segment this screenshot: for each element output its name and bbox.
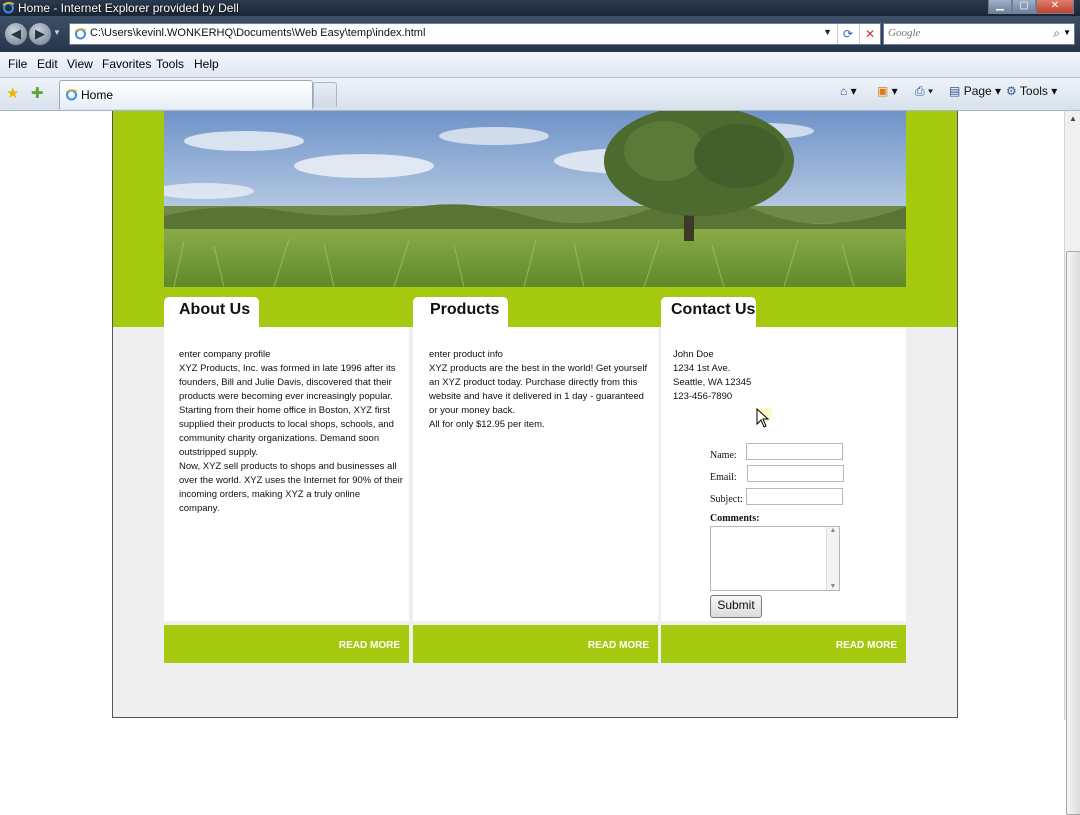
page-icon [74, 27, 87, 40]
about-us-read-more-link[interactable]: READ MORE [339, 640, 400, 651]
favorites-star-icon[interactable]: ★ [6, 84, 19, 102]
comments-label: Comments: [710, 513, 760, 524]
landscape-banner-image [164, 111, 906, 287]
scroll-thumb[interactable] [1066, 251, 1080, 815]
subject-label: Subject: [710, 494, 743, 505]
tools-menu-label: Tools [1019, 84, 1048, 98]
about-us-tab: About Us [164, 297, 259, 327]
mouse-cursor-icon [756, 408, 772, 428]
menu-help[interactable]: Help [194, 57, 219, 71]
scroll-up-icon[interactable]: ▲ [1065, 111, 1080, 127]
maximize-button[interactable]: ▢ [1012, 0, 1036, 14]
menu-file[interactable]: File [8, 57, 27, 71]
page-scrollbar[interactable]: ▲ [1064, 111, 1080, 815]
address-field[interactable]: C:\Users\kevinl.WONKERHQ\Documents\Web E… [69, 23, 881, 45]
home-icon[interactable]: ⌂ ▾ [840, 84, 857, 98]
page-icon: ▤ [949, 84, 961, 98]
address-dropdown-icon[interactable]: ▼ [823, 27, 832, 37]
recent-pages-dropdown-icon[interactable]: ▼ [53, 28, 61, 37]
menu-bar: File Edit View Favorites Tools Help [0, 52, 1080, 78]
command-bar: ★ ✚ Home ⌂ ▾ ▣ ▾ ⎙ ▾ ▤ Page ▾ ⚙ Tools ▾ [0, 78, 1080, 111]
comments-textarea[interactable]: ▲ ▼ [710, 526, 840, 591]
search-input[interactable] [886, 25, 1050, 41]
window-title-bar: Home - Internet Explorer provided by Del… [0, 0, 1080, 16]
menu-edit[interactable]: Edit [37, 57, 58, 71]
page-menu-button[interactable]: ▤ Page ▾ [949, 84, 1001, 98]
menu-favorites[interactable]: Favorites [102, 57, 151, 71]
name-input[interactable] [746, 443, 843, 460]
search-icon[interactable]: ⌕ [1053, 26, 1060, 41]
tab-home[interactable]: Home [59, 80, 313, 109]
scroll-down-arrow-icon[interactable]: ▼ [827, 583, 839, 590]
internet-explorer-icon [2, 1, 15, 14]
tools-menu-button[interactable]: ⚙ Tools ▾ [1006, 84, 1057, 98]
forward-button[interactable]: ▶ [28, 22, 52, 46]
submit-button[interactable]: Submit [710, 595, 762, 618]
back-button[interactable]: ◀ [4, 22, 28, 46]
feeds-icon[interactable]: ▣ ▾ [877, 84, 898, 98]
menu-view[interactable]: View [67, 57, 93, 71]
products-read-more-link[interactable]: READ MORE [588, 640, 649, 651]
close-window-button[interactable]: ✕ [1036, 0, 1074, 14]
print-icon[interactable]: ⎙ ▾ [915, 84, 933, 99]
contact-us-read-more-link[interactable]: READ MORE [836, 640, 897, 651]
minimize-button[interactable]: ▁ [988, 0, 1012, 14]
search-options-dropdown-icon[interactable]: ▼ [1063, 28, 1071, 37]
subject-input[interactable] [746, 488, 843, 505]
page-viewport: About Us enter company profile XYZ Produ… [0, 111, 1064, 720]
products-heading: Products [430, 301, 500, 318]
email-input[interactable] [747, 465, 844, 482]
comments-scrollbar[interactable]: ▲ ▼ [826, 527, 839, 590]
site-container: About Us enter company profile XYZ Produ… [112, 111, 958, 718]
products-footer: READ MORE [413, 625, 658, 663]
contact-us-heading: Contact Us [671, 301, 756, 318]
stop-icon[interactable]: ✕ [859, 24, 880, 44]
about-us-footer: READ MORE [164, 625, 409, 663]
tab-label: Home [81, 88, 114, 102]
menu-tools[interactable]: Tools [156, 57, 184, 71]
contact-us-tab: Contact Us [661, 297, 756, 327]
tab-page-icon [65, 88, 78, 101]
products-tab: Products [413, 297, 508, 327]
add-favorites-icon[interactable]: ✚ [31, 84, 44, 102]
gear-icon: ⚙ [1006, 84, 1017, 98]
new-tab-button[interactable] [313, 82, 337, 107]
contact-address-text: John Doe 1234 1st Ave. Seattle, WA 12345… [673, 349, 752, 402]
refresh-icon[interactable]: ⟳ [837, 24, 858, 44]
email-label: Email: [710, 472, 737, 483]
about-us-text: enter company profile XYZ Products, Inc.… [179, 349, 403, 514]
scroll-up-arrow-icon[interactable]: ▲ [827, 527, 839, 534]
about-us-heading: About Us [179, 301, 251, 318]
address-toolbar: ◀ ▶ ▼ C:\Users\kevinl.WONKERHQ\Documents… [0, 16, 1080, 52]
search-box[interactable]: ⌕ ▼ [883, 23, 1075, 45]
page-menu-label: Page [963, 84, 992, 98]
name-label: Name: [710, 450, 737, 461]
products-text: enter product info XYZ products are the … [429, 349, 648, 430]
url-text[interactable]: C:\Users\kevinl.WONKERHQ\Documents\Web E… [90, 27, 425, 39]
contact-us-footer: READ MORE [661, 625, 906, 663]
window-title: Home - Internet Explorer provided by Del… [18, 1, 239, 15]
